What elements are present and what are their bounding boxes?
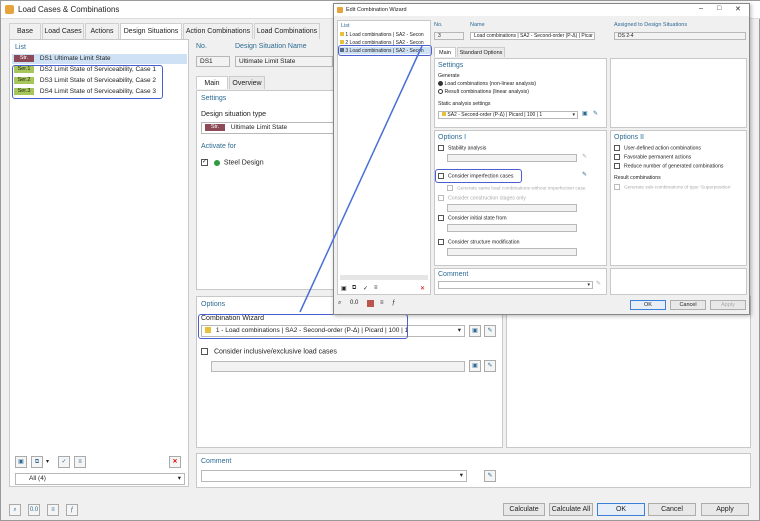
connector-line (299, 45, 423, 313)
annotation-connector (299, 45, 423, 313)
